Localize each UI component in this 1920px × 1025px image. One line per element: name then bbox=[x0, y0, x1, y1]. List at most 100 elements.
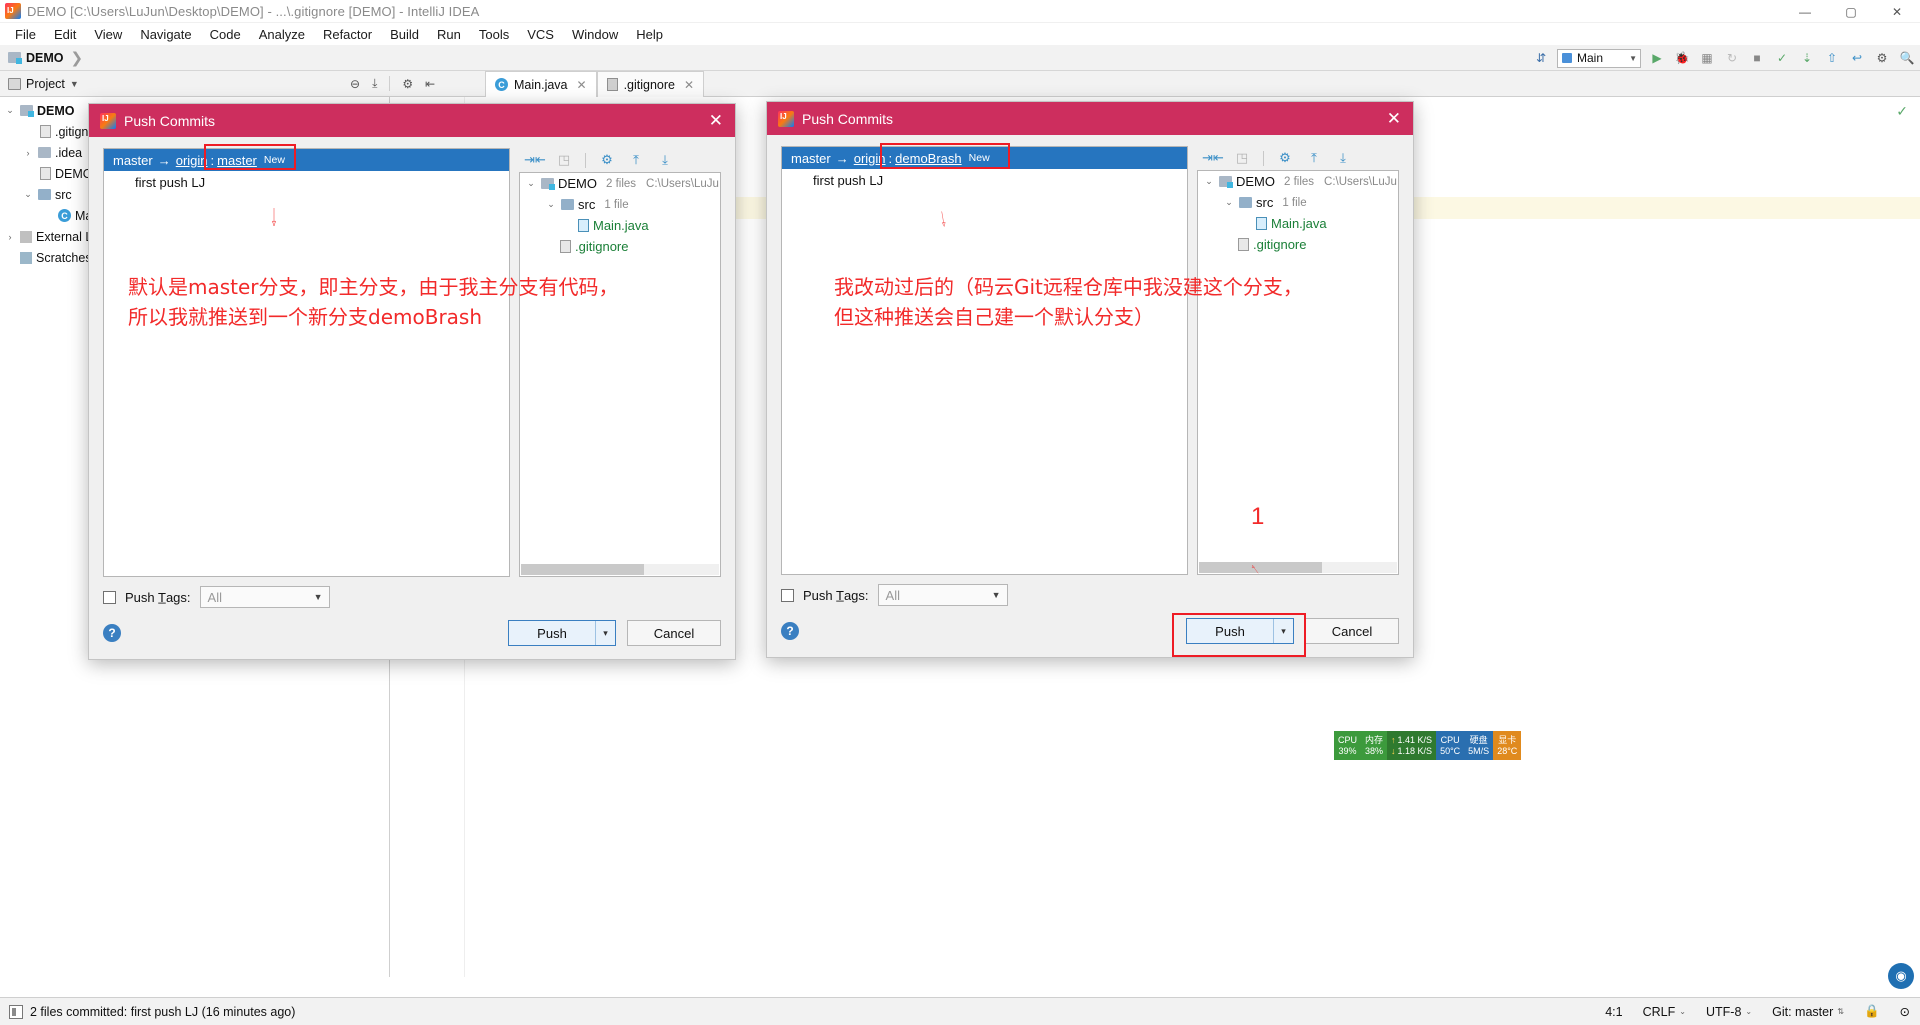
system-monitor-widget[interactable]: CPU 39% 内存 38% ↑ 1.41 K/S ↓ 1.18 K/S CPU… bbox=[1334, 731, 1522, 760]
file-tree-row-gitignore[interactable]: .gitignore bbox=[520, 236, 720, 257]
file-tree-row-demo[interactable]: ⌄ DEMO 2 files C:\Users\LuJu bbox=[520, 173, 720, 194]
close-icon[interactable]: ✕ bbox=[1387, 110, 1401, 127]
commit-row[interactable]: first push LJ bbox=[782, 169, 1187, 191]
show-diff-icon[interactable]: ◳ bbox=[556, 152, 572, 168]
push-tags-select[interactable]: All ▼ bbox=[877, 584, 1008, 606]
menu-item-edit[interactable]: Edit bbox=[45, 25, 85, 44]
target-branch[interactable]: master bbox=[217, 153, 257, 168]
cancel-button[interactable]: Cancel bbox=[627, 620, 721, 646]
chevron-down-icon[interactable]: ⌄ bbox=[22, 189, 34, 200]
undo-icon[interactable]: ↩ bbox=[1848, 49, 1866, 67]
push-commits-dialog-left[interactable]: Push Commits ✕ master → origin : master … bbox=[88, 103, 736, 660]
debug-icon[interactable]: 🐞 bbox=[1673, 49, 1691, 67]
group-by-directory-icon[interactable]: ⤒ bbox=[628, 152, 644, 168]
window-controls[interactable]: — ▢ ✕ bbox=[1782, 0, 1920, 23]
remote-name[interactable]: origin bbox=[854, 151, 886, 166]
menu-item-window[interactable]: Window bbox=[563, 25, 627, 44]
notification-badge-icon[interactable]: ◉ bbox=[1888, 963, 1914, 989]
chevron-down-icon[interactable]: ⌄ bbox=[1223, 197, 1235, 208]
commit-row[interactable]: first push LJ bbox=[104, 171, 509, 193]
chevron-right-icon[interactable]: › bbox=[4, 232, 16, 242]
stop-icon[interactable]: ■ bbox=[1748, 49, 1766, 67]
file-tree-row-main-java[interactable]: Main.java bbox=[1198, 213, 1398, 234]
maximize-button[interactable]: ▢ bbox=[1828, 0, 1874, 23]
close-icon[interactable]: ✕ bbox=[684, 78, 694, 92]
push-tags-row[interactable]: Push T̲ags: All ▼ bbox=[89, 577, 735, 608]
scrollbar-thumb[interactable] bbox=[521, 564, 644, 575]
push-target-row[interactable]: master → origin : master New bbox=[104, 149, 509, 171]
hide-icon[interactable]: ⇤ bbox=[425, 77, 435, 91]
group-by-directory-icon[interactable]: ⤒ bbox=[1306, 150, 1322, 166]
expand-all-icon[interactable]: ⤓ bbox=[1335, 150, 1351, 166]
dialog-actions[interactable]: ? Push ▾ Cancel bbox=[767, 606, 1413, 657]
horizontal-scrollbar[interactable] bbox=[1199, 562, 1397, 573]
status-right-group[interactable]: 4:1 CRLF ⌄ UTF-8 ⌄ Git: master ⇅ 🔒 ⊙ bbox=[1605, 1004, 1920, 1019]
menu-item-code[interactable]: Code bbox=[201, 25, 250, 44]
changed-files-tree[interactable]: ⌄ DEMO 2 files C:\Users\LuJu ⌄ src 1 fil… bbox=[1197, 170, 1399, 575]
tab-gitignore[interactable]: .gitignore ✕ bbox=[596, 71, 705, 97]
commits-list[interactable]: master → origin : master New first push … bbox=[103, 148, 510, 577]
push-button[interactable]: Push ▾ bbox=[1186, 618, 1294, 644]
menu-bar[interactable]: File Edit View Navigate Code Analyze Ref… bbox=[0, 23, 1920, 45]
settings-gear-icon[interactable]: ⚙ bbox=[599, 152, 615, 168]
menu-item-view[interactable]: View bbox=[85, 25, 131, 44]
run-icon[interactable]: ▶ bbox=[1648, 49, 1666, 67]
push-commits-dialog-right[interactable]: Push Commits ✕ master → origin : demoBra… bbox=[766, 101, 1414, 658]
settings-gear-icon[interactable]: ⚙ bbox=[402, 77, 413, 91]
file-encoding[interactable]: UTF-8 ⌄ bbox=[1706, 1005, 1752, 1019]
inspection-icon[interactable]: ⊙ bbox=[1900, 1004, 1910, 1019]
chevron-down-icon[interactable]: ⌄ bbox=[4, 105, 16, 116]
push-icon[interactable]: ⇧ bbox=[1823, 49, 1841, 67]
help-button[interactable]: ? bbox=[781, 622, 799, 640]
file-tree-row-demo[interactable]: ⌄ DEMO 2 files C:\Users\LuJu bbox=[1198, 171, 1398, 192]
toolwindow-actions[interactable]: ⊖ ⤓ ⚙ ⇤ bbox=[350, 76, 435, 91]
cancel-button[interactable]: Cancel bbox=[1305, 618, 1399, 644]
show-diff-icon[interactable]: ◳ bbox=[1234, 150, 1250, 166]
run-configuration-selector[interactable]: Main ▼ bbox=[1557, 48, 1641, 68]
file-tree-row-src[interactable]: ⌄ src 1 file bbox=[1198, 192, 1398, 213]
menu-item-refactor[interactable]: Refactor bbox=[314, 25, 381, 44]
collapse-all-icon[interactable]: ⇥⇤ bbox=[524, 152, 546, 168]
search-icon[interactable]: 🔍 bbox=[1898, 49, 1916, 67]
collapse-all-icon[interactable]: ⇥⇤ bbox=[1202, 150, 1224, 166]
expand-icon[interactable]: ⤓ bbox=[372, 76, 377, 91]
file-tree-row-gitignore[interactable]: .gitignore bbox=[1198, 234, 1398, 255]
file-tree-row-main-java[interactable]: Main.java bbox=[520, 215, 720, 236]
help-button[interactable]: ? bbox=[103, 624, 121, 642]
file-tree-row-src[interactable]: ⌄ src 1 file bbox=[520, 194, 720, 215]
push-tags-checkbox[interactable] bbox=[103, 590, 116, 604]
chevron-down-icon[interactable]: ⌄ bbox=[525, 178, 537, 189]
menu-item-file[interactable]: File bbox=[6, 25, 45, 44]
settings-gear-icon[interactable]: ⚙ bbox=[1277, 150, 1293, 166]
caret-position[interactable]: 4:1 bbox=[1605, 1005, 1622, 1019]
breadcrumb-demo[interactable]: DEMO bbox=[26, 51, 64, 65]
push-button[interactable]: Push ▾ bbox=[508, 620, 616, 646]
update-project-icon[interactable]: ⇵ bbox=[1532, 49, 1550, 67]
files-toolbar[interactable]: ⇥⇤ ◳ ⚙ ⤒ ⤓ bbox=[1197, 146, 1399, 170]
menu-item-run[interactable]: Run bbox=[428, 25, 470, 44]
menu-item-build[interactable]: Build bbox=[381, 25, 428, 44]
minimize-button[interactable]: — bbox=[1782, 0, 1828, 23]
push-dropdown-arrow-icon[interactable]: ▾ bbox=[1273, 619, 1293, 643]
chevron-right-icon[interactable]: › bbox=[22, 148, 34, 158]
settings-icon[interactable]: ⚙ bbox=[1873, 49, 1891, 67]
close-button[interactable]: ✕ bbox=[1874, 0, 1920, 23]
dialog-actions[interactable]: ? Push ▾ Cancel bbox=[89, 608, 735, 659]
files-toolbar[interactable]: ⇥⇤ ◳ ⚙ ⤒ ⤓ bbox=[519, 148, 721, 172]
status-message-group[interactable]: 2 files committed: first push LJ (16 min… bbox=[0, 1004, 295, 1019]
navbar-toolbar[interactable]: ⇵ Main ▼ ▶ 🐞 ▦ ↻ ■ ✓ ⇣ ⇧ ↩ ⚙ 🔍 bbox=[1532, 45, 1916, 71]
horizontal-scrollbar[interactable] bbox=[521, 564, 719, 575]
rerun-icon[interactable]: ↻ bbox=[1723, 49, 1741, 67]
changed-files-tree[interactable]: ⌄ DEMO 2 files C:\Users\LuJu ⌄ src 1 fil… bbox=[519, 172, 721, 577]
close-icon[interactable]: ✕ bbox=[577, 78, 587, 92]
chevron-down-icon[interactable]: ⌄ bbox=[1203, 176, 1215, 187]
close-icon[interactable]: ✕ bbox=[709, 112, 723, 129]
menu-item-vcs[interactable]: VCS bbox=[518, 25, 563, 44]
menu-item-navigate[interactable]: Navigate bbox=[131, 25, 200, 44]
push-tags-select[interactable]: All ▼ bbox=[199, 586, 330, 608]
update-icon[interactable]: ⇣ bbox=[1798, 49, 1816, 67]
commit-icon[interactable]: ✓ bbox=[1773, 49, 1791, 67]
target-branch[interactable]: demoBrash bbox=[895, 151, 961, 166]
commits-list[interactable]: master → origin : demoBrash New first pu… bbox=[781, 146, 1188, 575]
editor-tabs[interactable]: C Main.java ✕ .gitignore ✕ bbox=[485, 71, 705, 97]
